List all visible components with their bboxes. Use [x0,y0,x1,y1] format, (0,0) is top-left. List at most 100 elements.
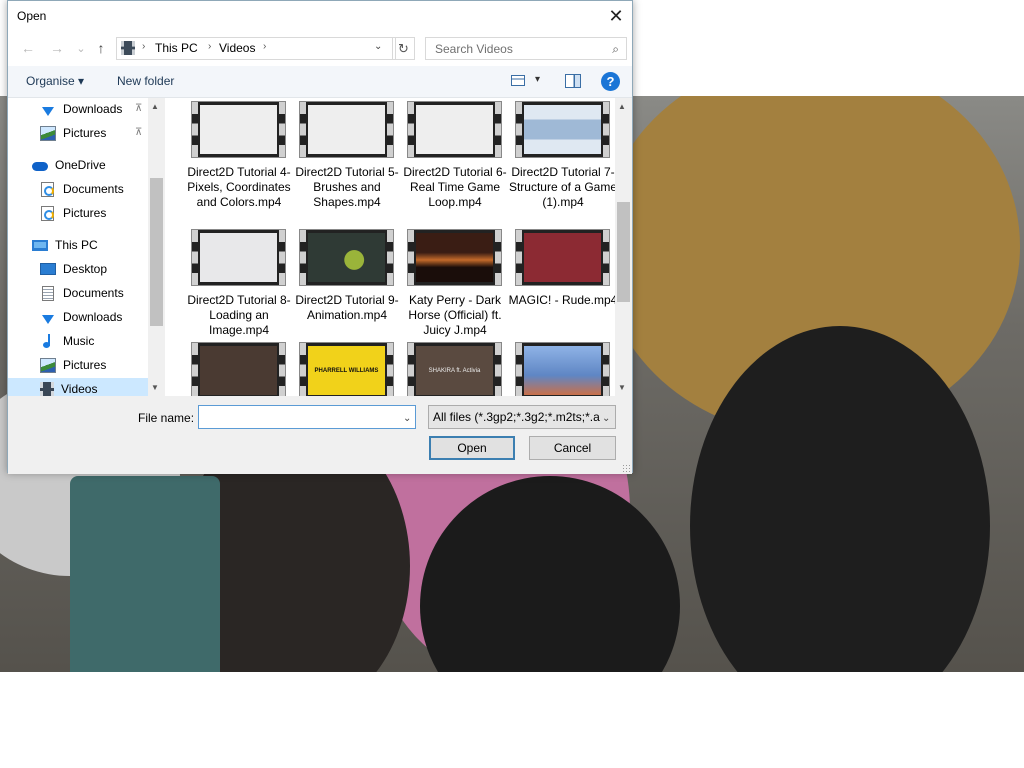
file-list: Direct2D Tutorial 4- Pixels, Coordinates… [165,98,615,396]
forward-button[interactable]: → [48,39,66,57]
dialog-title: Open [17,9,47,23]
file-name: Katy Perry - Dark Horse (Official) ft. J… [408,293,502,337]
video-thumbnail [191,101,286,158]
file-item[interactable]: Direct2D Tutorial 4- Pixels, Coordinates… [187,98,297,223]
file-name-dropdown-icon[interactable]: ⌄ [403,413,411,424]
back-button[interactable]: ← [19,39,37,57]
pin-icon: ⊼ [135,103,143,114]
scrollbar-thumb[interactable] [150,178,163,326]
breadcrumb-this-pc[interactable]: This PC [155,41,198,55]
file-item[interactable]: Direct2D Tutorial 6- Real Time Game Loop… [403,98,513,223]
thumbnail-caption: PHARRELL WILLIAMS [314,367,379,374]
nav-item-music[interactable]: Music [40,330,94,352]
video-thumbnail [299,229,394,286]
navigation-scrollbar[interactable]: ▲ ▼ [148,98,165,396]
pictures-icon [40,357,56,373]
nav-item-label: Documents [63,286,124,300]
dialog-footer: File name: ⌄ All files (*.3gp2;*.3g2;*.m… [8,396,632,474]
pictures-icon [41,205,54,221]
nav-item-label: Pictures [63,126,107,140]
music-icon [43,334,53,348]
nav-item-label: Pictures [63,206,107,220]
refresh-icon: ↻ [398,40,409,56]
organise-button[interactable]: Organise ▾ [26,74,84,88]
change-view-icon[interactable] [511,75,525,86]
view-options-dropdown[interactable]: ▾ [535,74,540,85]
scroll-up-icon[interactable]: ▲ [618,102,626,111]
pin-icon: ⊼ [135,127,143,138]
nav-item-onedrive[interactable]: OneDrive [32,154,106,176]
nav-item-pictures[interactable]: Pictures [40,354,106,376]
nav-item-videos[interactable]: Videos [8,378,148,396]
nav-item-this-pc[interactable]: This PC [32,234,98,256]
chevron-down-icon[interactable]: ⌄ [602,413,610,424]
nav-item-downloads-quick[interactable]: Downloads [40,98,122,120]
nav-item-label: OneDrive [55,158,106,172]
videos-icon [40,381,54,396]
file-item[interactable]: SHAKIRA ft. Activia [405,339,513,396]
file-type-select[interactable]: All files (*.3gp2;*.3g2;*.m2ts;*.a [428,405,616,429]
nav-item-downloads[interactable]: Downloads [40,306,122,328]
scrollbar-thumb[interactable] [617,202,630,302]
close-button[interactable]: ✕ [600,1,632,32]
nav-item-label: Documents [63,182,124,196]
file-item[interactable]: PHARRELL WILLIAMS [297,339,405,396]
breadcrumb-separator: › [142,41,146,52]
file-name: Direct2D Tutorial 4- Pixels, Coordinates… [187,165,291,209]
nav-item-onedrive-documents[interactable]: Documents [40,178,124,200]
search-icon: ⌕ [612,42,619,56]
resize-grip[interactable] [622,464,630,472]
video-thumbnail [515,342,610,396]
video-thumbnail [407,229,502,286]
breadcrumb-separator: › [263,41,267,52]
video-door-teal [70,476,220,672]
documents-icon [42,285,54,301]
download-icon [42,106,54,116]
file-list-scrollbar[interactable]: ▲ ▼ [615,98,632,396]
nav-item-label: Videos [61,382,98,396]
file-item[interactable]: Katy Perry - Dark Horse (Official) ft. J… [405,226,513,337]
address-bar[interactable]: › This PC › Videos › [116,37,396,60]
file-item[interactable]: MAGIC! - Rude.mp4 [509,226,615,336]
new-folder-button[interactable]: New folder [117,74,174,88]
computer-icon [32,239,48,251]
nav-item-label: Downloads [63,310,123,324]
breadcrumb-videos[interactable]: Videos [219,41,255,55]
open-button[interactable]: Open [429,436,515,460]
file-name-label: File name: [138,411,195,425]
open-button-label: Open [457,441,487,455]
video-thumbnail [191,229,286,286]
search-input[interactable]: Search Videos ⌕ [425,37,627,60]
toolbar: Organise ▾ New folder ▾ ? [8,66,632,98]
recent-locations-button[interactable]: ⌄ [72,39,90,57]
file-item[interactable]: Direct2D Tutorial 7- Structure of a Game… [509,98,615,223]
video-thumbnail [407,101,502,158]
download-icon [42,314,54,324]
navigation-pane: Downloads ⊼ Pictures ⊼ OneDrive Document… [8,98,148,396]
up-button[interactable]: ↑ [92,39,110,57]
address-dropdown-icon[interactable]: ⌄ [374,41,382,52]
file-item[interactable] [189,339,297,396]
nav-item-onedrive-pictures[interactable]: Pictures [40,202,106,224]
file-item[interactable]: Direct2D Tutorial 9- Animation.mp4 [295,226,405,336]
preview-pane-icon[interactable] [565,74,581,88]
title-bar[interactable]: Open ✕ [8,1,632,32]
cancel-button-label: Cancel [553,441,592,455]
file-name: Direct2D Tutorial 8- Loading an Image.mp… [187,293,291,337]
nav-item-pictures-quick[interactable]: Pictures [40,122,106,144]
file-item[interactable] [513,339,615,396]
nav-item-desktop[interactable]: Desktop [40,258,107,280]
cancel-button[interactable]: Cancel [529,436,616,460]
scroll-down-icon[interactable]: ▼ [151,383,159,392]
scroll-down-icon[interactable]: ▼ [618,383,626,392]
video-thumbnail [515,229,610,286]
nav-item-documents[interactable]: Documents [40,282,124,304]
file-item[interactable]: Direct2D Tutorial 8- Loading an Image.mp… [187,226,297,337]
scroll-up-icon[interactable]: ▲ [151,102,159,111]
help-button[interactable]: ? [601,72,620,91]
file-item[interactable]: Direct2D Tutorial 5- Brushes and Shapes.… [295,98,405,223]
refresh-button[interactable]: ↻ [392,37,415,60]
file-name-input[interactable] [198,405,416,429]
video-thumbnail [299,101,394,158]
video-thumbnail: SHAKIRA ft. Activia [407,342,502,396]
